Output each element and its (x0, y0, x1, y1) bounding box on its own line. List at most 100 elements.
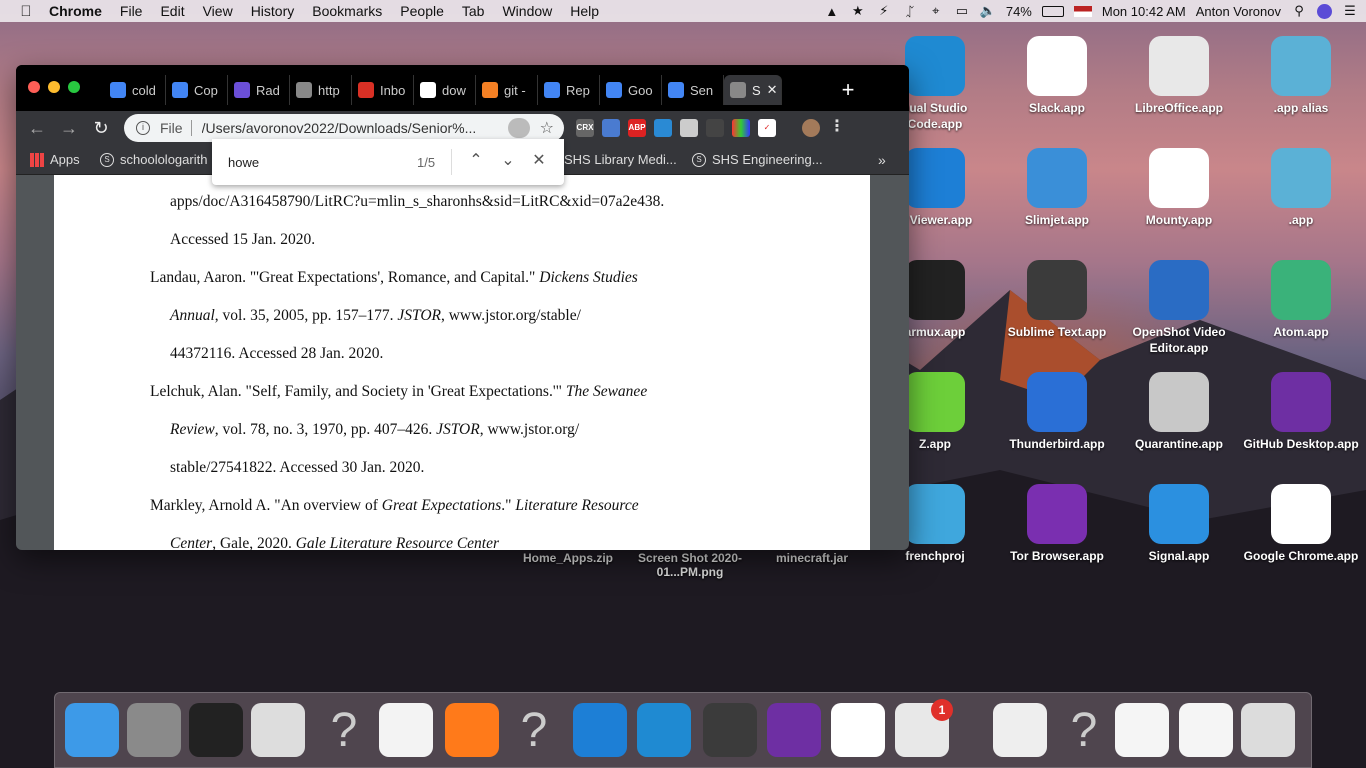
menu-tab[interactable]: Tab (453, 3, 494, 19)
browser-tab[interactable]: cold (104, 75, 166, 105)
chrome-menu-icon[interactable]: ⋮ (828, 119, 846, 137)
forward-button[interactable]: → (58, 117, 80, 139)
new-tab-button[interactable]: + (836, 77, 860, 103)
profile-avatar[interactable] (802, 119, 820, 137)
menu-app-name[interactable]: Chrome (40, 3, 111, 19)
browser-tab[interactable]: S ✕ (724, 75, 782, 105)
input-source-flag-icon[interactable] (1073, 5, 1092, 17)
browser-tab[interactable]: Cop (166, 75, 228, 105)
wifi-icon[interactable]: ⌖ (928, 3, 944, 18)
spotlight-search-icon[interactable]: ⚲ (1291, 3, 1307, 18)
unknown-app-icon[interactable]: ? (507, 703, 561, 757)
find-in-page-icon[interactable] (507, 118, 530, 138)
menu-bookmarks[interactable]: Bookmarks (303, 3, 391, 19)
menu-history[interactable]: History (242, 3, 304, 19)
textedit-icon[interactable] (379, 703, 433, 757)
browser-tab[interactable]: git - (476, 75, 538, 105)
address-bar[interactable]: i File /Users/avoronov2022/Downloads/Sen… (124, 114, 564, 142)
volume-icon[interactable]: 🔈 (980, 3, 996, 18)
script-editor-icon[interactable] (251, 703, 305, 757)
find-input[interactable]: howe (228, 155, 259, 170)
terminal-icon[interactable] (189, 703, 243, 757)
bluetooth-icon[interactable]: ᛢ (902, 4, 918, 19)
minimize-window-button[interactable] (48, 81, 60, 93)
vnc-viewer-icon[interactable] (573, 703, 627, 757)
desktop-icon[interactable]: OpenShot Video Editor.app (1119, 260, 1239, 356)
desktop-icon[interactable]: Google Chrome.app (1241, 484, 1361, 564)
find-close-icon[interactable]: ✕ (528, 150, 550, 172)
vscode-icon[interactable] (637, 703, 691, 757)
back-button[interactable]: ← (26, 117, 48, 139)
finder-icon[interactable] (65, 703, 119, 757)
airplay-icon[interactable]: ▭ (954, 3, 970, 18)
desktop-icon[interactable]: Sublime Text.app (997, 260, 1117, 340)
extension-color-icon[interactable] (732, 119, 750, 137)
desktop-icon[interactable]: Signal.app (1119, 484, 1239, 564)
browser-tab[interactable]: Rad (228, 75, 290, 105)
menu-file[interactable]: File (111, 3, 152, 19)
desktop-file-minecraft-jar[interactable]: minecraft.jar (762, 551, 862, 565)
browser-tab[interactable]: dow (414, 75, 476, 105)
browser-tab[interactable]: Sen (662, 75, 724, 105)
desktop-icon[interactable]: Thunderbird.app (997, 372, 1117, 452)
extension-check-red-icon[interactable]: ✓ (758, 119, 776, 137)
firefox-icon[interactable] (445, 703, 499, 757)
find-previous-chevron-up-icon[interactable]: ⌃ (465, 150, 487, 172)
zoom-window-button[interactable] (68, 81, 80, 93)
document-icon[interactable] (993, 703, 1047, 757)
user-name[interactable]: Anton Voronov (1196, 4, 1281, 19)
bookmark-schoology[interactable]: S schoolologarith (100, 152, 207, 167)
unknown-app-icon[interactable]: ? (1057, 703, 1111, 757)
bookmark-shs-library[interactable]: SHS Library Medi... (564, 152, 677, 167)
adblock-plus-icon[interactable]: ABP (628, 119, 646, 137)
extension-check-icon[interactable] (654, 119, 672, 137)
menu-help[interactable]: Help (561, 3, 608, 19)
extension-inbox-icon[interactable] (680, 119, 698, 137)
desktop-icon[interactable]: LibreOffice.app (1119, 36, 1239, 116)
clock[interactable]: Mon 10:42 AM (1102, 4, 1186, 19)
extension-owl-icon[interactable] (602, 119, 620, 137)
star-status-icon[interactable]: ★ (850, 3, 866, 18)
github-desktop-icon[interactable] (767, 703, 821, 757)
window-thumbnail-icon[interactable] (1179, 703, 1233, 757)
desktop-icon[interactable]: Atom.app (1241, 260, 1361, 340)
menu-window[interactable]: Window (493, 3, 561, 19)
browser-tab[interactable]: Goo (600, 75, 662, 105)
reload-button[interactable]: ↻ (90, 117, 112, 139)
site-info-icon[interactable]: i (136, 121, 150, 135)
bookmark-star-icon[interactable]: ☆ (540, 118, 554, 138)
bookmark-shs-engineering[interactable]: S SHS Engineering... (692, 152, 823, 167)
desktop-icon[interactable]: Slimjet.app (997, 148, 1117, 228)
desktop-icon[interactable]: .app alias (1241, 36, 1361, 116)
trash-icon[interactable] (1241, 703, 1295, 757)
browser-tab[interactable]: http (290, 75, 352, 105)
apple-menu-icon[interactable]:  (12, 3, 40, 20)
desktop-icon[interactable]: Mounty.app (1119, 148, 1239, 228)
desktop-icon[interactable]: Slack.app (997, 36, 1117, 116)
desktop-icon[interactable]: .app (1241, 148, 1361, 228)
browser-tab[interactable]: Rep (538, 75, 600, 105)
desktop-icon[interactable]: GitHub Desktop.app (1241, 372, 1361, 452)
desktop-file-screenshot[interactable]: Screen Shot 2020-01...PM.png (630, 551, 750, 579)
printer-icon[interactable]: 1 (895, 699, 953, 757)
find-next-chevron-down-icon[interactable]: ⌄ (497, 150, 519, 172)
bolt-status-icon[interactable]: ⚡ (876, 3, 892, 18)
desktop-icon[interactable]: Tor Browser.app (997, 484, 1117, 564)
window-thumbnail-icon[interactable] (1115, 703, 1169, 757)
mounty-status-icon[interactable]: ▲ (824, 4, 840, 19)
sublime-text-icon[interactable] (703, 703, 757, 757)
unknown-app-icon[interactable]: ? (317, 703, 371, 757)
chrome-icon[interactable] (831, 703, 885, 757)
menu-people[interactable]: People (391, 3, 453, 19)
extension-crx-icon[interactable]: CRX (576, 119, 594, 137)
siri-icon[interactable] (1317, 3, 1332, 19)
bookmarks-overflow-chevron-icon[interactable]: » (878, 152, 886, 168)
desktop-icon[interactable]: Quarantine.app (1119, 372, 1239, 452)
extension-hidden-icon[interactable] (706, 119, 724, 137)
menu-edit[interactable]: Edit (151, 3, 193, 19)
bookmark-apps[interactable]: Apps (30, 152, 80, 167)
desktop-file-home-apps-zip[interactable]: Home_Apps.zip (516, 551, 620, 565)
close-tab-icon[interactable]: ✕ (767, 82, 778, 98)
battery-icon[interactable] (1041, 5, 1064, 17)
notification-center-icon[interactable]: ☰ (1342, 3, 1358, 18)
